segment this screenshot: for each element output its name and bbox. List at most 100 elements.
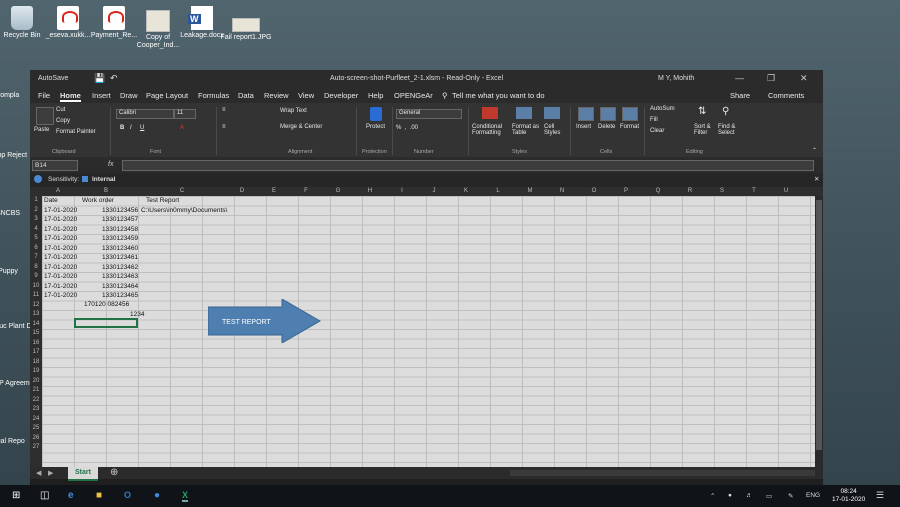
name-box[interactable]: B14: [32, 160, 78, 171]
row-header[interactable]: 10: [30, 283, 42, 289]
row-header[interactable]: 22: [30, 397, 42, 403]
row-header[interactable]: 15: [30, 330, 42, 336]
comments-button[interactable]: Comments: [768, 91, 804, 100]
tab-opengear[interactable]: OPENGeAr: [394, 91, 433, 100]
row-header[interactable]: 2: [30, 207, 42, 213]
clear-button[interactable]: Clear: [650, 128, 664, 134]
close-sensitivity-icon[interactable]: ✕: [814, 175, 819, 183]
underline-button[interactable]: U: [140, 125, 144, 131]
column-header[interactable]: S: [706, 188, 738, 194]
tab-data[interactable]: Data: [238, 91, 254, 100]
cell-date[interactable]: 17-01-2020: [44, 216, 77, 223]
tab-file[interactable]: File: [38, 91, 50, 100]
pen-icon[interactable]: ✎: [788, 492, 793, 500]
column-header[interactable]: M: [514, 188, 546, 194]
column-header[interactable]: I: [386, 188, 418, 194]
font-color-button[interactable]: A: [180, 125, 184, 131]
header-date[interactable]: Date: [44, 197, 58, 204]
cell-date[interactable]: 17-01-2020: [44, 273, 77, 280]
row-header[interactable]: 20: [30, 378, 42, 384]
column-header[interactable]: E: [258, 188, 290, 194]
tab-review[interactable]: Review: [264, 91, 289, 100]
column-header[interactable]: N: [546, 188, 578, 194]
collapse-ribbon-icon[interactable]: ⌃: [812, 147, 817, 154]
horizontal-scrollbar[interactable]: [510, 470, 815, 476]
desktop-file-fail-report1[interactable]: Fail report1.JPG: [216, 18, 276, 42]
row-header[interactable]: 23: [30, 406, 42, 412]
row-header[interactable]: 7: [30, 254, 42, 260]
row-header[interactable]: 13: [30, 311, 42, 317]
row-header[interactable]: 18: [30, 359, 42, 365]
column-header[interactable]: B: [74, 188, 138, 194]
excel-taskbar-icon[interactable]: X: [182, 490, 189, 502]
cell-work-order[interactable]: 1330123465: [102, 292, 138, 299]
tab-formulas[interactable]: Formulas: [198, 91, 229, 100]
formula-input[interactable]: [122, 160, 814, 171]
insert-cells-button[interactable]: Insert: [576, 124, 591, 130]
autosum-button[interactable]: AutoSum: [650, 106, 675, 112]
percent-icon[interactable]: % , .00: [396, 125, 418, 131]
undo-icon[interactable]: ↶: [110, 73, 118, 84]
column-header[interactable]: D: [226, 188, 258, 194]
clock[interactable]: 08:24 17-01-2020: [832, 488, 865, 504]
battery-icon[interactable]: ▭: [766, 492, 772, 500]
cell-date[interactable]: 17-01-2020: [44, 254, 77, 261]
scroll-thumb[interactable]: [816, 200, 822, 450]
cut-button[interactable]: Cut: [56, 107, 65, 113]
conditional-formatting-button[interactable]: Conditional Formatting: [472, 124, 512, 136]
sheet-tab-start[interactable]: Start: [68, 467, 98, 481]
find-select-button[interactable]: Find & Select: [718, 124, 742, 136]
row-header[interactable]: 14: [30, 321, 42, 327]
column-header[interactable]: H: [354, 188, 386, 194]
bold-button[interactable]: B: [120, 125, 124, 131]
edge-icon[interactable]: e: [68, 490, 74, 501]
column-header[interactable]: P: [610, 188, 642, 194]
font-name-select[interactable]: Calibri: [116, 109, 174, 119]
format-cells-button[interactable]: Format: [620, 124, 639, 130]
cell-work-order[interactable]: 1330123456: [102, 207, 138, 214]
row-header[interactable]: 17: [30, 349, 42, 355]
file-explorer-icon[interactable]: ■: [96, 490, 102, 501]
tab-insert[interactable]: Insert: [92, 91, 111, 100]
row-header[interactable]: 4: [30, 226, 42, 232]
row-header[interactable]: 27: [30, 444, 42, 450]
active-cell-b14[interactable]: [74, 318, 138, 328]
column-header[interactable]: A: [42, 188, 74, 194]
row-header[interactable]: 16: [30, 340, 42, 346]
row-header[interactable]: 6: [30, 245, 42, 251]
tab-nav-right-icon[interactable]: ▶: [48, 469, 53, 477]
column-header[interactable]: O: [578, 188, 610, 194]
fill-button[interactable]: Fill: [650, 117, 658, 123]
align-left-icon[interactable]: ≡: [222, 124, 226, 130]
autosave-toggle[interactable]: AutoSave: [38, 75, 68, 82]
test-report-arrow[interactable]: TEST REPORT: [208, 299, 328, 343]
cell-work-order[interactable]: 1330123457: [102, 216, 138, 223]
cell-styles-button[interactable]: Cell Styles: [544, 124, 566, 136]
cell-work-order[interactable]: 1330123462: [102, 264, 138, 271]
row-header[interactable]: 3: [30, 216, 42, 222]
cell-date[interactable]: 17-01-2020: [44, 245, 77, 252]
column-header[interactable]: R: [674, 188, 706, 194]
column-header[interactable]: T: [738, 188, 770, 194]
cell-test-report[interactable]: C:\Users\in0mmy\Documents\: [141, 207, 227, 214]
row-header[interactable]: 24: [30, 416, 42, 422]
add-sheet-icon[interactable]: ⊕: [110, 467, 118, 478]
column-header[interactable]: C: [138, 188, 226, 194]
tab-developer[interactable]: Developer: [324, 91, 358, 100]
row-header[interactable]: 12: [30, 302, 42, 308]
cell-work-order[interactable]: 1330123461: [102, 254, 138, 261]
network-icon[interactable]: ●: [728, 492, 732, 499]
task-view-icon[interactable]: ◫: [40, 490, 49, 501]
language-indicator[interactable]: ENG: [806, 492, 820, 499]
font-size-select[interactable]: 11: [174, 109, 196, 119]
share-button[interactable]: Share: [730, 91, 750, 100]
fx-icon[interactable]: fx: [108, 161, 113, 168]
tab-nav-left-icon[interactable]: ◀: [36, 469, 41, 477]
wrap-text-button[interactable]: Wrap Text: [280, 108, 307, 114]
column-header[interactable]: K: [450, 188, 482, 194]
copy-button[interactable]: Copy: [56, 118, 70, 124]
show-hidden-icons[interactable]: ⌃: [710, 492, 715, 500]
close-icon[interactable]: ✕: [800, 73, 808, 84]
protect-button[interactable]: Protect: [366, 124, 385, 130]
cell-date[interactable]: 17-01-2020: [44, 292, 77, 299]
